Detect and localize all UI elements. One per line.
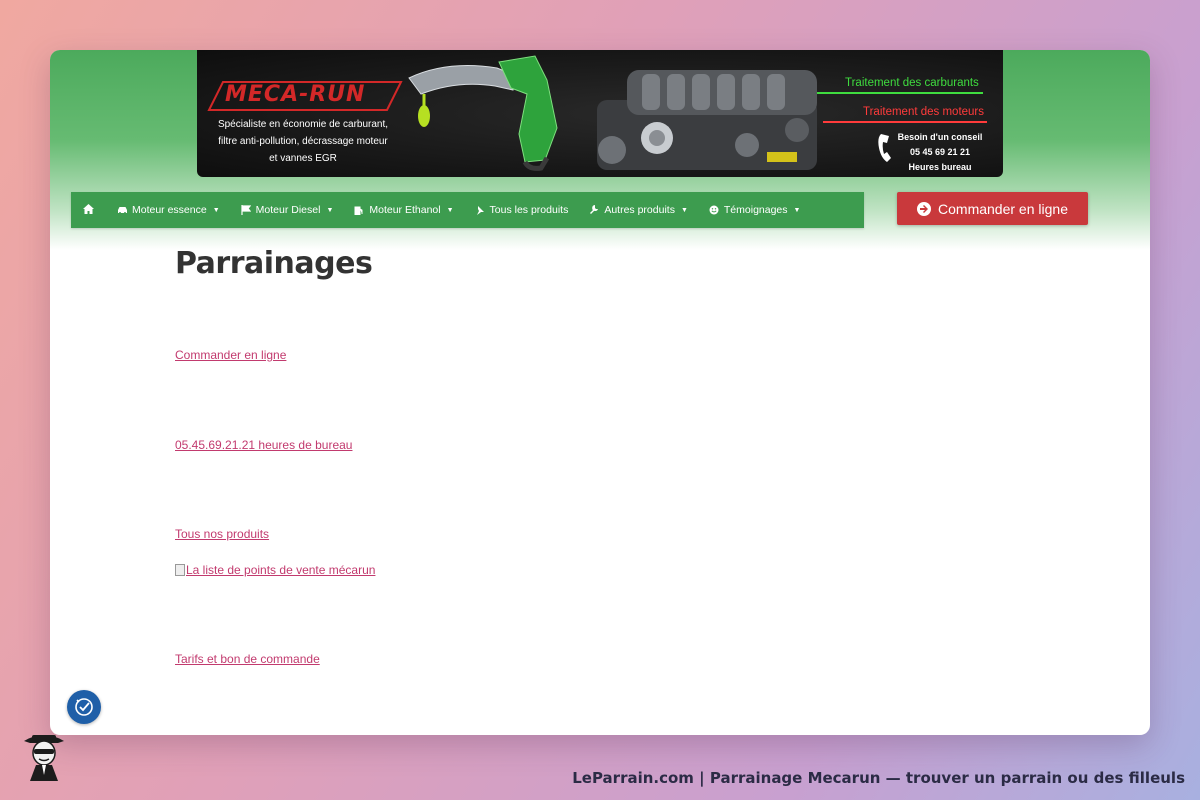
points-of-sale-alt-text: La liste de points de vente mécarun — [186, 563, 376, 577]
tagline-line: filtre anti-pollution, décrassage moteur — [218, 136, 388, 147]
pricing-link[interactable]: Tarifs et bon de commande — [175, 652, 320, 666]
tagline-line: Spécialiste en économie de carburant, — [217, 119, 389, 130]
caret-down-icon: ▼ — [326, 206, 334, 214]
nav-label: Tous les produits — [489, 204, 569, 216]
fuel-nozzle-icon — [408, 55, 558, 171]
order-online-link[interactable]: Commander en ligne — [175, 348, 286, 362]
nav-label: Moteur Ethanol — [369, 204, 441, 216]
advice-hours: Heures bureau — [908, 162, 972, 172]
page-card: MECA-RUN Spécialiste en économie de carb… — [50, 50, 1150, 735]
nav-label: Moteur essence — [132, 204, 207, 216]
caret-down-icon: ▼ — [446, 206, 454, 214]
flag-icon — [240, 204, 252, 216]
nav-item-moteur-diesel[interactable]: Moteur Diesel ▼ — [230, 192, 344, 228]
fuel-treatment-label: Traitement des carburants — [845, 77, 979, 89]
all-products-link[interactable]: Tous nos produits — [175, 527, 269, 541]
smile-icon — [708, 204, 720, 216]
phone-icon — [878, 134, 891, 162]
home-icon — [83, 203, 94, 217]
engine-icon — [597, 70, 817, 170]
fuel-pump-icon — [353, 204, 365, 216]
fuel-underline — [817, 92, 983, 94]
pin-icon — [474, 204, 486, 216]
banner-tagline: Spécialiste en économie de carburant, fi… — [203, 116, 403, 167]
caret-down-icon: ▼ — [212, 206, 220, 214]
advice-block: Besoin d'un conseil 05 45 69 21 21 Heure… — [897, 130, 983, 175]
engine-underline — [823, 121, 987, 123]
detective-mascot-icon — [24, 729, 67, 781]
nav-home[interactable] — [71, 192, 106, 228]
nav-label: Autres produits — [604, 204, 675, 216]
accessibility-icon — [75, 698, 93, 716]
nav-item-moteur-essence[interactable]: Moteur essence ▼ — [106, 192, 230, 228]
wrench-icon — [588, 204, 600, 216]
broken-image-icon — [175, 564, 185, 576]
order-button-label: Commander en ligne — [938, 200, 1068, 217]
page-title: Parrainages — [175, 246, 373, 281]
logo-text: MECA-RUN — [225, 82, 366, 107]
nav-item-moteur-ethanol[interactable]: Moteur Ethanol ▼ — [343, 192, 463, 228]
nav-label: Moteur Diesel — [255, 204, 321, 216]
footer-caption: LeParrain.com | Parrainage Mecarun — tro… — [572, 769, 1185, 787]
phone-link[interactable]: 05.45.69.21.21 heures de bureau — [175, 438, 352, 452]
arrow-right-circle-icon — [917, 201, 932, 216]
accessibility-button[interactable] — [67, 690, 101, 724]
site-banner[interactable]: MECA-RUN Spécialiste en économie de carb… — [197, 50, 1003, 177]
nav-label: Témoignages — [723, 204, 788, 216]
advice-phone: 05 45 69 21 21 — [909, 147, 971, 157]
nav-item-temoignages[interactable]: Témoignages ▼ — [698, 192, 811, 228]
main-nav: Moteur essence ▼ Moteur Diesel ▼ Moteur … — [71, 192, 864, 228]
brand-logo: MECA-RUN — [205, 78, 405, 114]
order-online-button[interactable]: Commander en ligne — [897, 192, 1088, 225]
tagline-line: et vannes EGR — [269, 153, 337, 164]
caret-down-icon: ▼ — [793, 206, 801, 214]
caret-down-icon: ▼ — [680, 206, 688, 214]
advice-title: Besoin d'un conseil — [897, 132, 983, 142]
car-icon — [116, 204, 128, 216]
nav-item-tous-les-produits[interactable]: Tous les produits — [464, 192, 579, 228]
engine-treatment-label: Traitement des moteurs — [863, 106, 985, 118]
points-of-sale-link[interactable]: La liste de points de vente mécarun — [175, 563, 375, 577]
nav-item-autres-produits[interactable]: Autres produits ▼ — [578, 192, 698, 228]
